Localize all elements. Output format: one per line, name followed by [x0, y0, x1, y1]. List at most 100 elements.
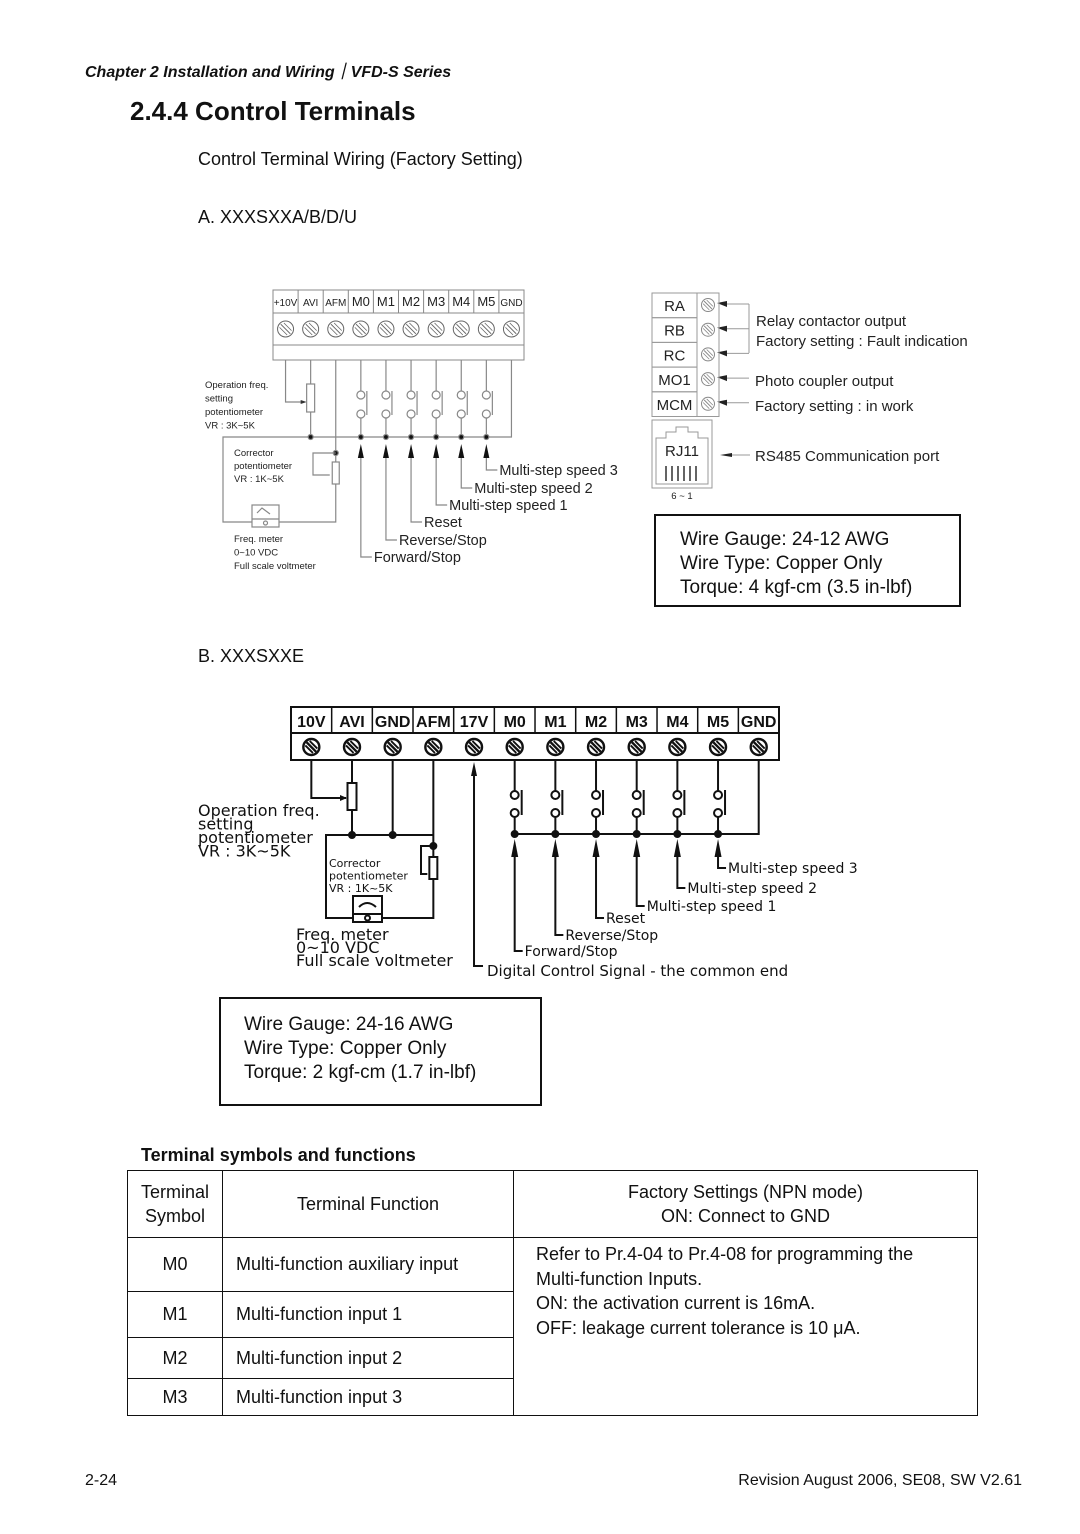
signal-label: Multi-step speed 3: [728, 861, 858, 877]
signal-leader: [485, 458, 498, 471]
signal-label: Forward/Stop: [525, 944, 618, 960]
freq-meter-label: Full scale voltmeter: [234, 561, 316, 572]
switch-contact: [672, 790, 683, 800]
row-function: Multi-function input 1: [222, 1291, 514, 1338]
corrector-pot-label: Corrector: [234, 448, 274, 459]
op-freq-pot-label: VR : 3K~5K: [198, 842, 291, 861]
op-freq-pot-label: setting: [205, 394, 233, 405]
signal-label: Multi-step speed 1: [449, 498, 567, 514]
relay-terminal-label: RC: [664, 347, 686, 364]
common-end-label: Digital Control Signal - the common end: [487, 962, 788, 980]
junction-dot: [433, 433, 440, 441]
switch-contact: [481, 390, 491, 400]
arrow-icon: [717, 399, 727, 406]
signal-leader: [676, 852, 686, 889]
screw-icon: [701, 372, 715, 387]
terminal-label: AFM: [416, 714, 451, 731]
rj11-label: RJ11: [665, 443, 699, 460]
signal-arrow-icon: [357, 444, 364, 458]
terminal-label: AFM: [325, 298, 346, 309]
switch-contact: [672, 808, 683, 818]
terminal-label: M1: [544, 714, 566, 731]
signal-arrow-icon: [633, 839, 641, 857]
signal-label: Multi-step speed 3: [499, 463, 617, 479]
terminal-label: AVI: [303, 298, 318, 309]
table-title: Terminal symbols and functions: [141, 1145, 416, 1165]
annotations-b: Forward/StopReverse/StopResetMulti-step …: [198, 801, 858, 980]
screw-icon: [749, 737, 768, 757]
signal-label: Multi-step speed 2: [687, 881, 817, 897]
arrow-icon: [717, 375, 727, 382]
screw-icon: [464, 737, 484, 757]
relay-terminal-cell: [651, 366, 698, 393]
junction-dot: [382, 433, 390, 441]
switch-contact: [591, 808, 602, 818]
relay-terminals: [651, 292, 750, 489]
junction-dot: [357, 433, 364, 441]
switch-contact: [381, 409, 391, 419]
meter-icon: [251, 504, 280, 528]
factory-note-line: Refer to Pr.4-04 to Pr.4-08 for programm…: [536, 1244, 914, 1264]
signal-leader: [360, 458, 372, 558]
spec-box-a: Wire Gauge: 24-12 AWG Wire Type: Copper …: [654, 514, 961, 607]
header-factory-line2: ON: Connect to GND: [660, 1206, 831, 1226]
op-freq-pot-label: VR : 3K~5K: [205, 421, 256, 432]
row-function: Multi-function input 3: [222, 1378, 514, 1416]
junction-dot: [388, 831, 397, 839]
junction-dot: [632, 830, 641, 838]
switch-contact: [431, 390, 441, 400]
switch-contact: [406, 390, 416, 400]
signal-leader: [385, 458, 397, 541]
meter-icon: [352, 895, 383, 923]
terminal-label: +10V: [274, 298, 298, 309]
table-row: M0 Multi-function auxiliary input Refer …: [127, 1237, 978, 1416]
op-freq-pot-label: potentiometer: [205, 407, 263, 418]
terminal-label: GND: [741, 714, 777, 731]
terminal-labels-b: 10V AVI GND AFM 17V M0 M1 M2 M3 M4 M5 GND: [297, 714, 777, 757]
relay-desc: Factory setting : Fault indication: [756, 333, 968, 350]
spec-b-gauge: Wire Gauge: 24-16 AWG: [244, 1014, 454, 1035]
signal-arrow-icon: [592, 839, 600, 857]
arrow-icon: [717, 301, 727, 307]
terminal-label: M4: [452, 294, 470, 309]
signal-label: Multi-step speed 1: [647, 899, 777, 915]
terminal-label: M1: [377, 294, 395, 309]
op-freq-pot-label: potentiometer: [198, 828, 313, 847]
signal-leader: [513, 852, 523, 952]
diagram-a-label: A. XXXSXXA/B/D/U: [198, 207, 358, 227]
freq-meter-label: Freq. meter: [296, 925, 389, 944]
screw-icon: [352, 320, 370, 338]
spec-a-gauge: Wire Gauge: 24-12 AWG: [680, 529, 890, 550]
terminal-label: GND: [375, 714, 411, 731]
signal-arrow-icon: [511, 839, 519, 857]
signal-leader: [635, 852, 645, 907]
switch-contact: [356, 409, 366, 419]
screw-icon: [701, 396, 715, 411]
header-symbol-line2: Symbol: [144, 1206, 206, 1226]
corrector-pot-label: VR : 1K~5K: [329, 882, 393, 895]
potentiometer-icon: [306, 383, 316, 413]
screw-icon: [668, 737, 687, 757]
spec-b-torque: Torque: 2 kgf-cm (1.7 in-lbf): [244, 1062, 477, 1083]
signal-leader: [460, 458, 473, 489]
op-freq-pot-label: Operation freq.: [205, 380, 268, 391]
factory-note-line: ON: the activation current is 16mA.: [536, 1293, 816, 1313]
switch-contact: [481, 409, 491, 419]
junction-dot: [348, 831, 357, 839]
terminal-label: 10V: [297, 714, 326, 731]
signal-label: Reverse/Stop: [399, 533, 487, 549]
junction-dot: [458, 433, 465, 441]
relay-terminal-label: RA: [664, 298, 685, 315]
screw-icon: [701, 322, 715, 337]
relay-terminal-cell: [651, 391, 698, 417]
potentiometer-icon: [428, 856, 439, 880]
terminal-label: GND: [500, 298, 522, 309]
screw-icon: [546, 737, 565, 757]
spec-a-type: Wire Type: Copper Only: [680, 553, 883, 574]
terminal-label: M3: [626, 714, 648, 731]
row-symbol: M0: [127, 1237, 223, 1292]
wiring-a: [222, 360, 513, 558]
terminal-block-b: [290, 706, 780, 761]
row-symbol: M2: [127, 1337, 223, 1379]
screw-icon: [627, 737, 646, 757]
